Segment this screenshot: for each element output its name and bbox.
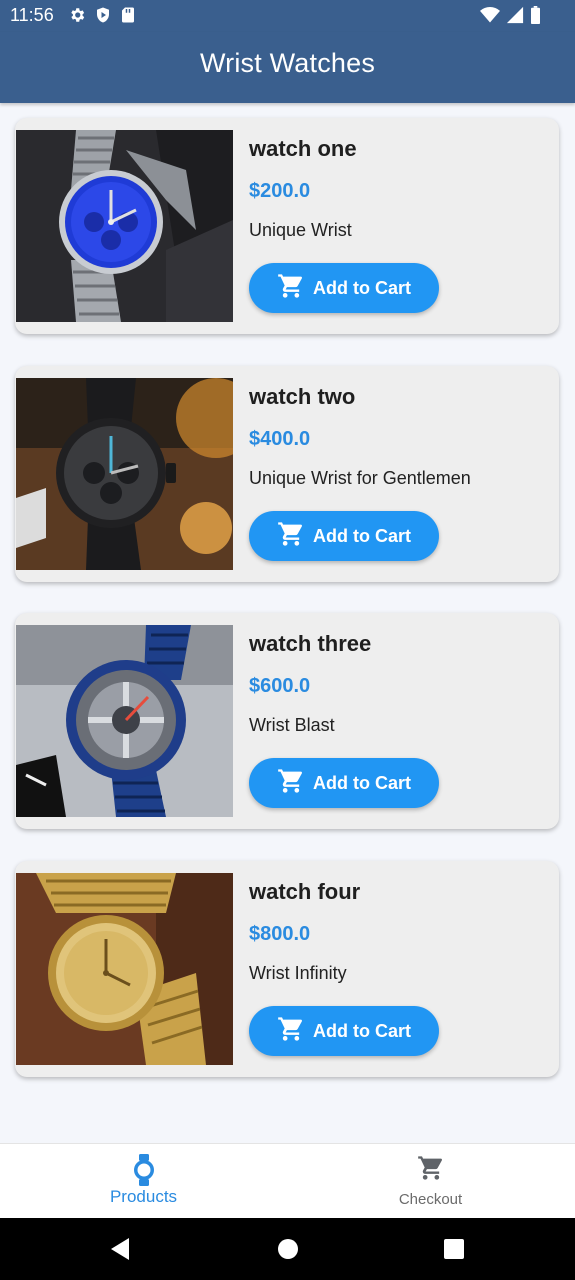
sd-card-icon: [120, 6, 136, 28]
product-description: Unique Wrist for Gentlemen: [249, 468, 471, 488]
page-title: Wrist Watches: [199, 48, 376, 78]
nav-item-checkout[interactable]: Checkout: [287, 1144, 574, 1219]
product-price: $400.0: [249, 428, 311, 450]
product-card[interactable]: watch two $400.0 Unique Wrist for Gentle…: [15, 366, 559, 582]
watch-icon: [0, 1154, 287, 1186]
cell-signal-icon: [506, 6, 524, 28]
battery-icon: [530, 6, 541, 28]
add-to-cart-button[interactable]: Add to Cart: [249, 263, 439, 313]
product-image: [16, 130, 233, 322]
product-description: Wrist Infinity: [249, 963, 347, 983]
product-image: [16, 873, 233, 1065]
status-time: 11:56: [10, 5, 54, 25]
nav-label-products: Products: [109, 1187, 178, 1206]
system-nav-bar: [0, 1218, 575, 1280]
product-card[interactable]: watch four $800.0 Wrist Infinity Add to …: [15, 861, 559, 1077]
product-card[interactable]: watch three $600.0 Wrist Blast Add to Ca…: [15, 613, 559, 829]
product-price: $200.0: [249, 180, 311, 202]
product-image: [16, 378, 233, 570]
add-to-cart-button[interactable]: Add to Cart: [249, 758, 439, 808]
product-card[interactable]: watch one $200.0 Unique Wrist Add to Car…: [15, 118, 559, 334]
product-description: Unique Wrist: [249, 220, 352, 240]
product-name: watch two: [249, 384, 356, 409]
status-icons-left: [68, 6, 136, 28]
add-to-cart-label: Add to Cart: [313, 525, 411, 546]
wifi-icon: [480, 6, 500, 28]
nav-item-products[interactable]: Products: [0, 1144, 287, 1219]
product-name: watch four: [249, 879, 361, 904]
add-to-cart-button[interactable]: Add to Cart: [249, 511, 439, 561]
product-name: watch one: [249, 136, 357, 161]
nav-label-checkout: Checkout: [398, 1191, 463, 1208]
status-icons-right: [480, 6, 541, 28]
app-bar: Wrist Watches: [0, 32, 575, 103]
bottom-nav: Products Checkout: [0, 1143, 575, 1219]
product-price: $800.0: [249, 923, 311, 945]
add-to-cart-label: Add to Cart: [313, 772, 411, 793]
shield-icon: [94, 6, 112, 28]
home-icon[interactable]: [275, 1236, 301, 1262]
recents-icon[interactable]: [441, 1236, 467, 1262]
add-to-cart-label: Add to Cart: [313, 277, 411, 298]
back-icon[interactable]: [107, 1236, 133, 1262]
gear-icon: [68, 6, 86, 28]
cart-icon: [277, 767, 305, 799]
add-to-cart-button[interactable]: Add to Cart: [249, 1006, 439, 1056]
product-description: Wrist Blast: [249, 715, 335, 735]
cart-icon: [277, 520, 305, 552]
product-price: $600.0: [249, 675, 311, 697]
status-bar: 11:56: [0, 0, 575, 32]
add-to-cart-label: Add to Cart: [313, 1020, 411, 1041]
cart-icon: [277, 1015, 305, 1047]
product-image: [16, 625, 233, 817]
cart-icon: [287, 1154, 574, 1182]
product-name: watch three: [249, 631, 372, 656]
cart-icon: [277, 272, 305, 304]
